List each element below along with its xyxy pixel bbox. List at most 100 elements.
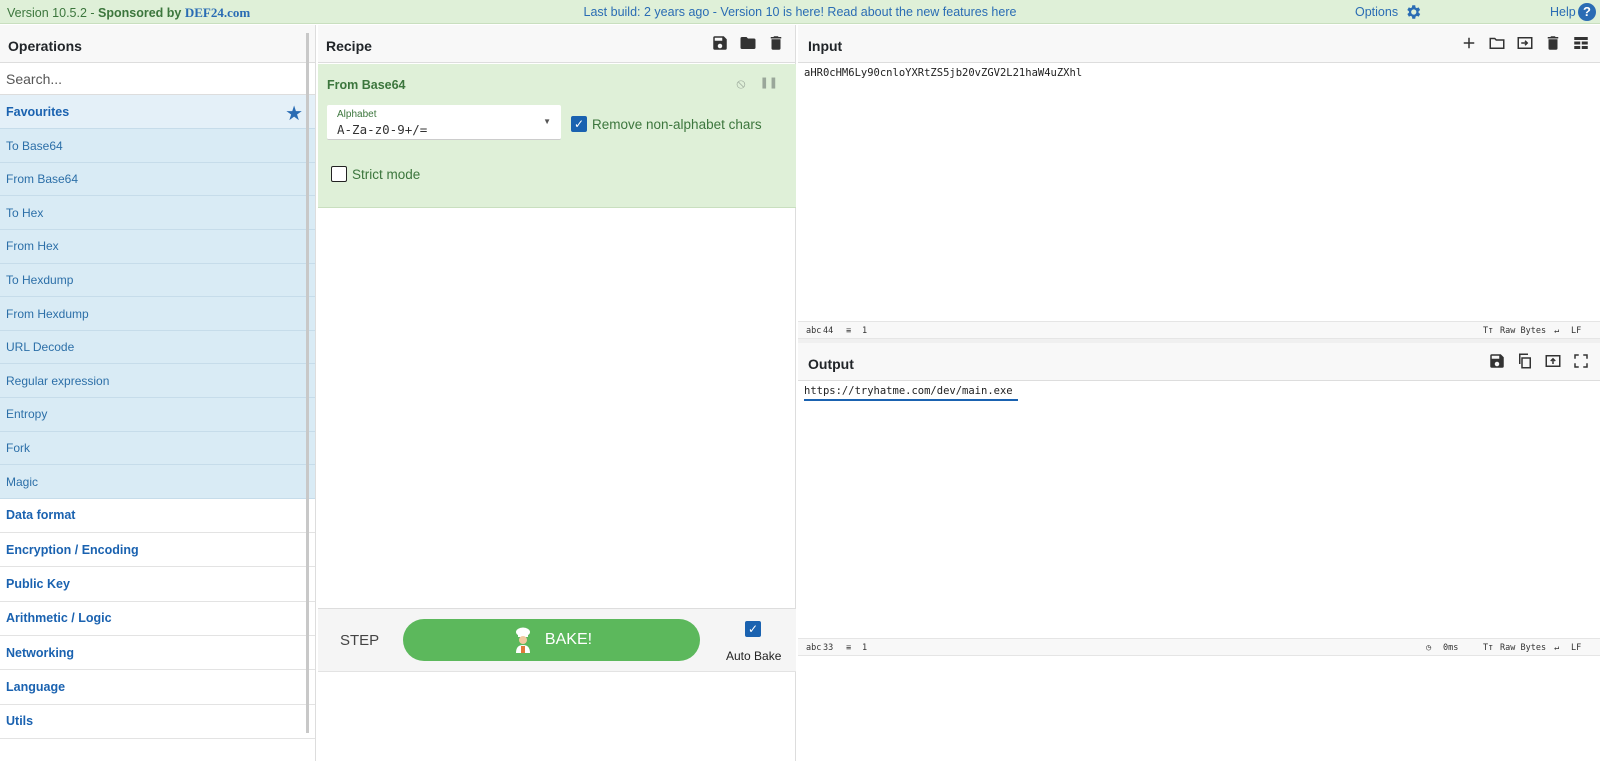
category-label: Favourites [6, 104, 70, 119]
recipe-title: Recipe [326, 38, 372, 54]
folder-icon[interactable] [739, 34, 757, 52]
replace-input-icon[interactable] [1544, 352, 1562, 370]
recipe-operation-from-base64[interactable]: From Base64 ⦸ ❚❚ Alphabet A-Za-z0-9+/= ▼… [318, 64, 796, 208]
input-header: Input [798, 25, 1600, 63]
disable-icon[interactable]: ⦸ [736, 75, 745, 92]
step-button[interactable]: STEP [340, 632, 379, 649]
operation-title: From Base64 [327, 78, 406, 92]
strict-mode-checkbox[interactable] [331, 166, 347, 182]
favourite-item[interactable]: From Hex [0, 230, 315, 264]
news-link[interactable]: Last build: 2 years ago - Version 10 is … [584, 5, 1017, 19]
output-area[interactable]: https://tryhatme.com/dev/main.exe [798, 381, 1600, 638]
category-language[interactable]: Language [0, 670, 315, 705]
favourite-item[interactable]: To Hex [0, 196, 315, 231]
lines-icon: ≡ [846, 643, 852, 653]
favourite-item[interactable]: URL Decode [0, 330, 315, 365]
auto-bake-label: Auto Bake [726, 649, 782, 663]
sponsored-by-label: Sponsored by [98, 6, 185, 20]
alphabet-label: Alphabet [337, 109, 377, 120]
category-utils[interactable]: Utils [0, 705, 315, 739]
input-status-bar: abc 44 ≡ 1 Tт Raw Bytes ↵ LF [798, 321, 1600, 339]
text-format-icon[interactable]: Tт [1483, 326, 1493, 336]
auto-bake-checkbox[interactable]: ✓ [745, 621, 761, 637]
input-eol[interactable]: LF [1571, 326, 1581, 336]
bake-bar: STEP BAKE! ✓ Auto Bake [318, 608, 796, 672]
dropdown-arrow-icon: ▼ [543, 117, 551, 126]
bake-button[interactable]: BAKE! [403, 619, 700, 661]
favourite-label: From Base64 [6, 172, 79, 187]
search-input[interactable] [6, 70, 309, 87]
version-info: Version 10.5.2 - Sponsored by DEF24.com [7, 5, 250, 21]
favourite-item[interactable]: From Base64 [0, 162, 315, 197]
favourite-label: Regular expression [6, 373, 110, 388]
favourite-item[interactable]: Fork [0, 431, 315, 466]
favourite-label: From Hex [6, 239, 59, 254]
io-pane: Input aHR0cHM6Ly90cnloYXRtZS5jb20vZGV2L2… [798, 25, 1600, 761]
options-label: Options [1355, 5, 1399, 19]
category-label: Encryption / Encoding [6, 542, 139, 557]
save-icon[interactable] [711, 34, 729, 52]
output-eol[interactable]: LF [1571, 643, 1581, 653]
favourite-item[interactable]: From Hexdump [0, 297, 315, 331]
input-area[interactable]: aHR0cHM6Ly90cnloYXRtZS5jb20vZGV2L21haW4u… [798, 63, 1600, 321]
remove-nonalpha-label: Remove non-alphabet chars [592, 117, 762, 132]
output-highlight [804, 399, 1018, 401]
sponsor-link[interactable]: DEF24.com [185, 5, 250, 20]
length-icon: abc [806, 326, 822, 336]
bake-label: BAKE! [544, 631, 593, 648]
chef-icon [515, 627, 530, 653]
pause-icon[interactable]: ❚❚ [760, 75, 778, 92]
strict-mode-label: Strict mode [352, 167, 421, 182]
help-question-icon[interactable]: ? [1578, 3, 1596, 21]
input-lines: 1 [862, 326, 868, 336]
trash-icon[interactable] [767, 34, 785, 52]
category-label: Data format [6, 508, 76, 523]
output-text[interactable]: https://tryhatme.com/dev/main.exe [798, 381, 1600, 401]
copy-icon[interactable] [1516, 352, 1534, 370]
operations-title: Operations [8, 38, 82, 54]
input-title: Input [808, 38, 843, 54]
category-favourites[interactable]: Favourites ★ [0, 95, 315, 130]
maximise-icon[interactable] [1572, 352, 1590, 370]
favourite-item[interactable]: Entropy [0, 398, 315, 432]
category-label: Arithmetic / Logic [6, 611, 112, 626]
category-public-key[interactable]: Public Key [0, 567, 315, 602]
add-tab-icon[interactable] [1460, 34, 1478, 52]
category-label: Public Key [6, 577, 70, 592]
favourite-label: URL Decode [6, 340, 75, 355]
save-output-icon[interactable] [1488, 352, 1506, 370]
output-lines: 1 [862, 643, 868, 653]
favourite-label: To Base64 [6, 138, 63, 153]
remove-nonalpha-checkbox[interactable]: ✓ [571, 116, 587, 132]
gear-icon[interactable] [1404, 3, 1422, 21]
input-text[interactable]: aHR0cHM6Ly90cnloYXRtZS5jb20vZGV2L21haW4u… [798, 63, 1600, 83]
length-icon: abc [806, 643, 822, 653]
favourite-item[interactable]: Regular expression [0, 364, 315, 399]
layout-icon[interactable] [1572, 34, 1590, 52]
category-arithmetic-logic[interactable]: Arithmetic / Logic [0, 602, 315, 637]
clear-input-icon[interactable] [1544, 34, 1562, 52]
category-networking[interactable]: Networking [0, 636, 315, 671]
eol-icon: ↵ [1554, 643, 1560, 653]
favourite-item[interactable]: Magic [0, 465, 315, 499]
favourite-label: Magic [6, 474, 39, 489]
clock-icon: ◷ [1426, 643, 1432, 653]
category-data-format[interactable]: Data format [0, 499, 315, 534]
alphabet-value: A-Za-z0-9+/= [337, 122, 428, 137]
help-button[interactable]: Help [1550, 5, 1576, 19]
open-file-icon[interactable] [1516, 34, 1534, 52]
output-encoding[interactable]: Raw Bytes [1500, 643, 1546, 653]
version-label: Version 10.5.2 - [7, 6, 99, 20]
input-encoding[interactable]: Raw Bytes [1500, 326, 1546, 336]
favourite-item[interactable]: To Hexdump [0, 263, 315, 298]
alphabet-select[interactable]: Alphabet A-Za-z0-9+/= ▼ [327, 105, 561, 140]
category-label: Networking [6, 645, 75, 660]
options-button[interactable]: Options [1355, 5, 1398, 19]
favourite-item[interactable]: To Base64 [0, 129, 315, 163]
category-encryption-encoding[interactable]: Encryption / Encoding [0, 533, 315, 568]
operations-scrollbar[interactable] [306, 33, 309, 733]
input-length: 44 [823, 326, 834, 336]
open-folder-icon[interactable] [1488, 34, 1506, 52]
top-banner: Version 10.5.2 - Sponsored by DEF24.com … [0, 0, 1600, 24]
text-format-icon[interactable]: Tт [1483, 643, 1493, 653]
